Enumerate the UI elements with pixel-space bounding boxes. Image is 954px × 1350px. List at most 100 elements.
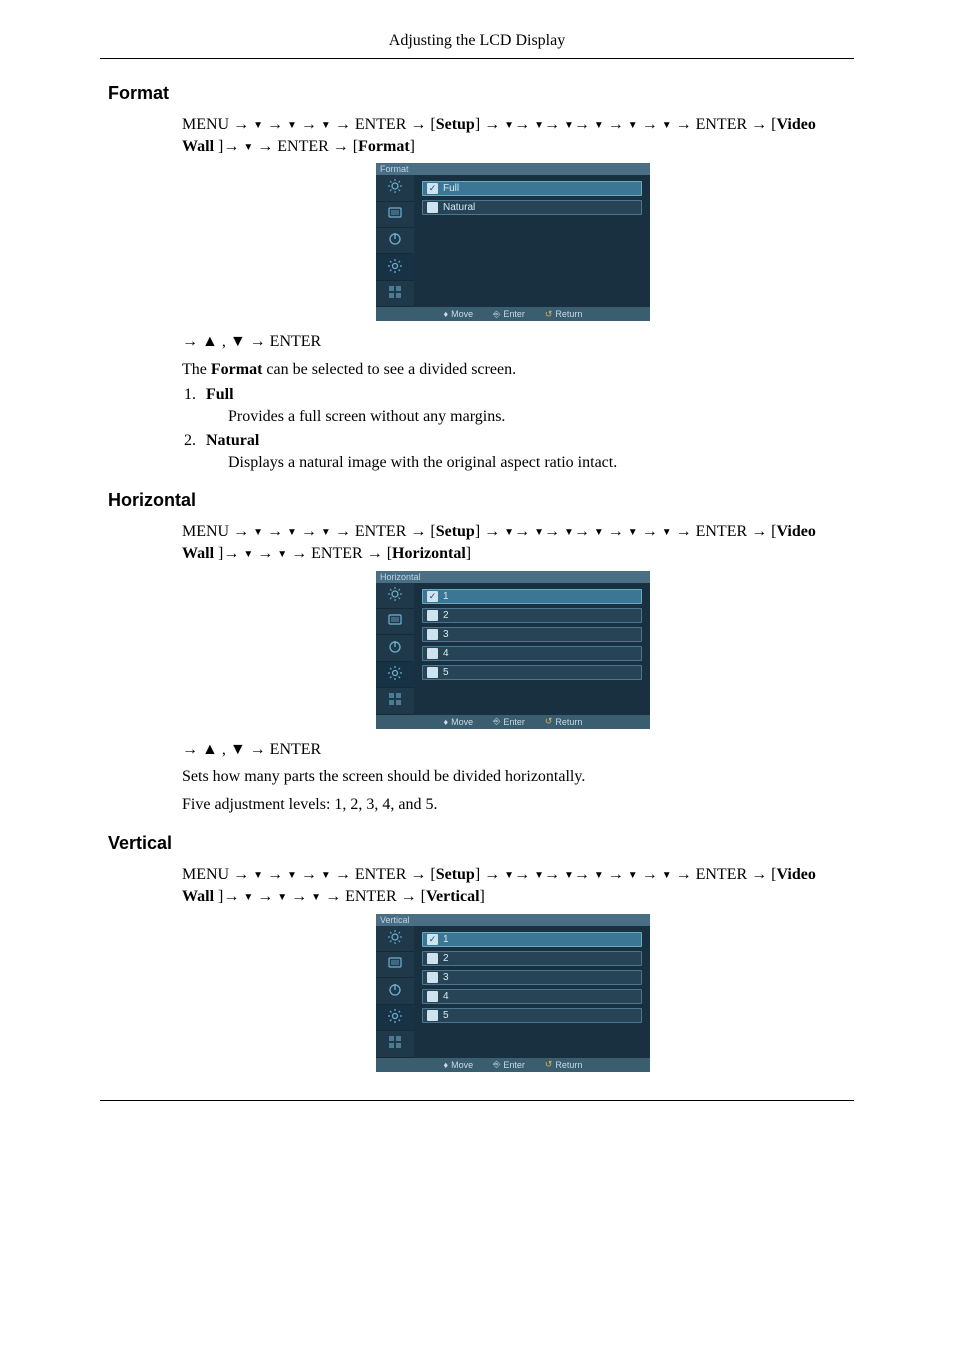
osd-footer-enter: ⎆ Enter (493, 1059, 525, 1070)
triangle-down-icon (243, 543, 253, 565)
osd-sidebar-item[interactable] (376, 202, 414, 228)
triangle-down-icon (287, 864, 297, 886)
osd-footer-return: ↺ Return (545, 1059, 583, 1070)
triangle-down-icon (253, 864, 263, 886)
osd-option-row[interactable]: ✓1 (422, 589, 642, 604)
brightness-icon (387, 586, 403, 605)
multi-icon (387, 691, 403, 710)
osd-option-row[interactable]: 3 (422, 970, 642, 985)
nav-sequence-horizontal: MENU → → → → ENTER → [Setup] → → → → → →… (182, 521, 844, 564)
osd-sidebar-item[interactable] (376, 952, 414, 978)
osd-option-row[interactable]: ✓ Full (422, 181, 642, 196)
osd-option-label: 2 (443, 610, 449, 621)
section-heading-horizontal: Horizontal (108, 490, 844, 511)
checkbox-icon: ✓ (427, 934, 438, 945)
nav-sequence-format: MENU → → → → ENTER → [Setup] → → → → → →… (182, 114, 844, 157)
return-icon: ↺ (545, 1059, 553, 1070)
updown-icon: ♦ (444, 309, 449, 319)
osd-sidebar-item[interactable] (376, 228, 414, 254)
osd-sidebar-item[interactable] (376, 583, 414, 609)
osd-sidebar-item[interactable] (376, 662, 414, 688)
osd-footer: ♦ Move⎆ Enter↺ Return (376, 715, 650, 729)
osd-option-row[interactable]: 2 (422, 951, 642, 966)
osd-sidebar (376, 175, 414, 307)
text-bold: Format (211, 361, 263, 378)
osd-option-label: Full (443, 183, 459, 194)
osd-option-row[interactable]: ✓1 (422, 932, 642, 947)
osd-sidebar-item[interactable] (376, 688, 414, 714)
return-icon: ↺ (545, 309, 553, 320)
page: Adjusting the LCD Display Format MENU → … (0, 0, 954, 1141)
enter-icon: ⎆ (493, 716, 500, 727)
osd-sidebar-item[interactable] (376, 926, 414, 952)
enter-icon: ⎆ (493, 1059, 500, 1070)
osd-sidebar-item[interactable] (376, 609, 414, 635)
power-icon (387, 231, 403, 250)
triangle-down-icon (564, 521, 574, 543)
osd-titlebar: Format (376, 163, 650, 175)
checkbox-icon: ✓ (427, 183, 438, 194)
osd-panel: Horizontal✓12345♦ Move⎆ Enter↺ Return (376, 571, 650, 729)
checkbox-icon: ✓ (427, 591, 438, 602)
gear-icon (387, 665, 403, 684)
text: can be selected to see a divided screen. (262, 361, 516, 378)
triangle-down-icon (594, 864, 604, 886)
triangle-down-icon (321, 114, 331, 136)
triangle-down-icon (662, 864, 672, 886)
list-item-head: Full (206, 386, 234, 403)
osd-footer-move: ♦ Move (444, 1060, 474, 1070)
osd-option-label: 1 (443, 934, 449, 945)
osd-option-row[interactable]: 2 (422, 608, 642, 623)
triangle-down-icon (534, 114, 544, 136)
nav-sequence-vertical: MENU → → → → ENTER → [Setup] → → → → → →… (182, 864, 844, 907)
osd-sidebar (376, 583, 414, 715)
enter-icon: ⎆ (493, 309, 500, 320)
format-intro: The Format can be selected to see a divi… (182, 359, 844, 381)
return-icon: ↺ (545, 716, 553, 727)
updown-icon: ♦ (444, 1060, 449, 1070)
format-option-list: FullProvides a full screen without any m… (182, 386, 844, 472)
osd-sidebar-item[interactable] (376, 978, 414, 1004)
osd-option-row[interactable]: 3 (422, 627, 642, 642)
osd-option-row[interactable]: 4 (422, 989, 642, 1004)
triangle-down-icon (534, 864, 544, 886)
horizontal-line-1: Sets how many parts the screen should be… (182, 766, 844, 788)
triangle-down-icon (243, 136, 253, 158)
osd-wrap-vertical: Vertical✓12345♦ Move⎆ Enter↺ Return (182, 914, 844, 1072)
section-heading-format: Format (108, 83, 844, 104)
triangle-down-icon (287, 114, 297, 136)
osd-option-row[interactable]: 5 (422, 665, 642, 680)
list-item-desc: Displays a natural image with the origin… (228, 454, 844, 472)
osd-sidebar (376, 926, 414, 1058)
triangle-down-icon (628, 521, 638, 543)
running-header: Adjusting the LCD Display (0, 32, 954, 54)
triangle-down-icon (594, 114, 604, 136)
osd-sidebar-item[interactable] (376, 1005, 414, 1031)
list-item-head: Natural (206, 432, 259, 449)
brightness-icon (387, 178, 403, 197)
osd-option-label: 1 (443, 591, 449, 602)
osd-option-label: 5 (443, 667, 449, 678)
osd-option-row[interactable]: 5 (422, 1008, 642, 1023)
screen-icon (387, 205, 403, 224)
triangle-down-icon (534, 521, 544, 543)
osd-sidebar-item[interactable] (376, 1031, 414, 1057)
osd-option-row[interactable]: 4 (422, 646, 642, 661)
osd-sidebar-item[interactable] (376, 254, 414, 280)
osd-option-label: 5 (443, 1010, 449, 1021)
post-osd-nav-format: → ▲ , ▼ → ENTER (182, 331, 844, 353)
osd-option-label: 4 (443, 991, 449, 1002)
osd-options-panel: ✓12345 (414, 583, 650, 715)
triangle-down-icon (277, 886, 287, 908)
osd-option-row[interactable]: Natural (422, 200, 642, 215)
osd-panel: Format✓FullNatural♦ Move⎆ Enter↺ Return (376, 163, 650, 321)
section-body-format: MENU → → → → ENTER → [Setup] → → → → → →… (182, 114, 844, 472)
triangle-down-icon (253, 521, 263, 543)
osd-footer-return: ↺ Return (545, 716, 583, 727)
triangle-down-icon (311, 886, 321, 908)
osd-footer-enter: ⎆ Enter (493, 309, 525, 320)
osd-sidebar-item[interactable] (376, 635, 414, 661)
osd-sidebar-item[interactable] (376, 281, 414, 307)
osd-sidebar-item[interactable] (376, 175, 414, 201)
gear-icon (387, 258, 403, 277)
